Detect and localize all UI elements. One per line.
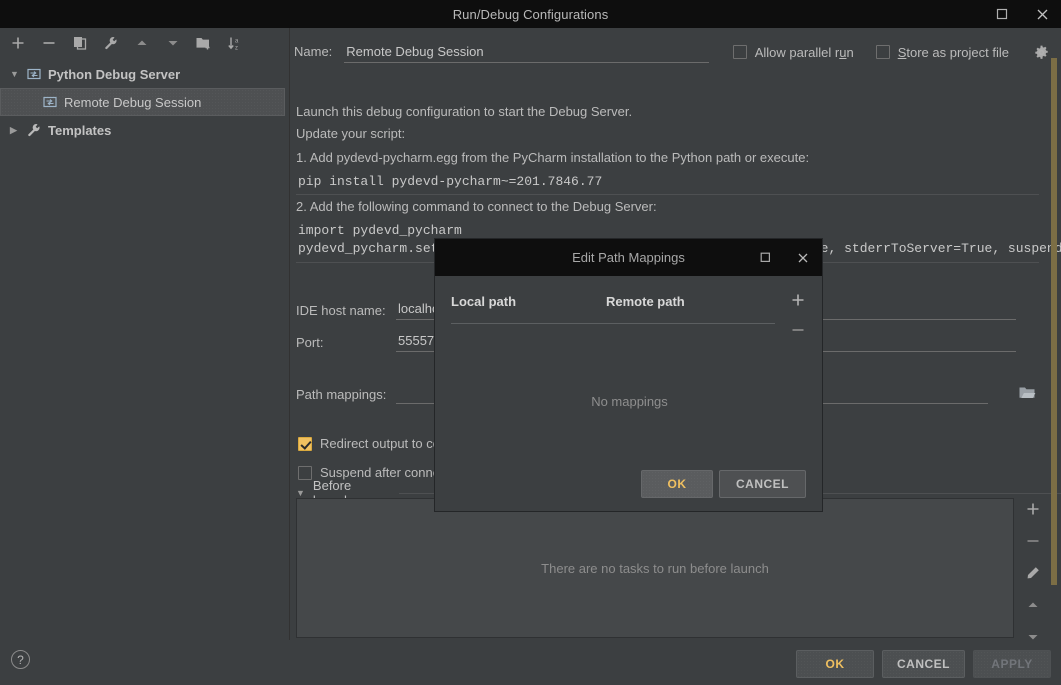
tree-item-label: Templates bbox=[48, 122, 112, 138]
tree-item-templates[interactable]: ▶ Templates bbox=[0, 116, 290, 144]
modal-ok-button[interactable]: OK bbox=[641, 470, 713, 498]
config-options: Allow parallel run Store as project file bbox=[732, 42, 1051, 62]
debug-server-icon bbox=[27, 67, 45, 81]
svg-text:z: z bbox=[235, 45, 238, 51]
store-as-project-file-checkbox[interactable]: Store as project file bbox=[875, 44, 1009, 60]
edit-task-icon[interactable] bbox=[1023, 564, 1043, 582]
name-label: Name: bbox=[294, 44, 333, 59]
name-input[interactable] bbox=[344, 43, 710, 63]
svg-text:a: a bbox=[235, 38, 239, 44]
checkbox-box[interactable] bbox=[298, 436, 312, 451]
allow-parallel-run-checkbox[interactable]: Allow parallel run bbox=[732, 44, 854, 60]
before-launch-toolbar bbox=[1019, 500, 1047, 646]
apply-button[interactable]: APPLY bbox=[973, 650, 1051, 678]
step-2-text: 2. Add the following command to connect … bbox=[296, 199, 657, 214]
cancel-button[interactable]: CANCEL bbox=[882, 650, 965, 678]
move-task-up-icon[interactable] bbox=[1023, 596, 1043, 614]
checkbox-box[interactable] bbox=[875, 45, 890, 59]
step-1-text: 1. Add pydevd-pycharm.egg from the PyCha… bbox=[296, 150, 810, 165]
modal-body: Local path Remote path No mappings OK CA… bbox=[435, 276, 822, 512]
wrench-icon bbox=[27, 123, 45, 137]
code-snippet-2-line-1[interactable]: import pydevd_pycharm bbox=[298, 223, 462, 238]
close-icon[interactable] bbox=[794, 249, 812, 267]
before-launch-empty-text: There are no tasks to run before launch bbox=[541, 560, 769, 576]
modal-titlebar: Edit Path Mappings bbox=[435, 239, 822, 276]
help-button[interactable]: ? bbox=[11, 650, 30, 669]
window-title: Run/Debug Configurations bbox=[452, 6, 609, 22]
tree-item-label: Python Debug Server bbox=[48, 66, 181, 82]
move-up-icon[interactable] bbox=[132, 33, 152, 53]
intro-line-1: Launch this debug configuration to start… bbox=[296, 104, 633, 119]
store-as-project-file-label: Store as project file bbox=[897, 44, 1009, 60]
column-header-remote-path: Remote path bbox=[606, 294, 685, 309]
name-row: Name: bbox=[294, 43, 710, 63]
expand-arrow-icon[interactable]: ▼ bbox=[10, 69, 24, 79]
port-label: Port: bbox=[296, 334, 324, 350]
ok-button[interactable]: OK bbox=[796, 650, 874, 678]
intro-line-2: Update your script: bbox=[296, 126, 406, 141]
close-icon[interactable] bbox=[1033, 5, 1051, 23]
checkbox-box[interactable] bbox=[732, 45, 747, 59]
edit-path-mappings-dialog: Edit Path Mappings Local path Remote pat… bbox=[434, 238, 823, 512]
dialog-footer: ? OK CANCEL APPLY bbox=[0, 640, 1061, 685]
window-titlebar: Run/Debug Configurations bbox=[0, 0, 1061, 28]
mappings-toolbar bbox=[786, 290, 810, 340]
gear-icon[interactable] bbox=[1031, 42, 1051, 62]
new-folder-icon[interactable] bbox=[194, 33, 214, 53]
vertical-scrollbar-lower[interactable] bbox=[1051, 500, 1057, 585]
before-launch-task-list[interactable]: There are no tasks to run before launch bbox=[296, 498, 1014, 638]
wrench-icon[interactable] bbox=[101, 33, 121, 53]
allow-parallel-run-label: Allow parallel run bbox=[754, 44, 854, 60]
divider bbox=[296, 194, 1039, 195]
path-mappings-label: Path mappings: bbox=[296, 386, 387, 402]
collapse-arrow-icon[interactable]: ▶ bbox=[10, 125, 24, 136]
no-mappings-text: No mappings bbox=[591, 394, 668, 409]
window-controls bbox=[993, 0, 1051, 28]
add-mapping-icon[interactable] bbox=[788, 290, 808, 310]
configurations-tree: ▼ Python Debug Server Remote Debug Sessi… bbox=[0, 60, 290, 144]
copy-icon[interactable] bbox=[70, 33, 90, 53]
mappings-table-header: Local path Remote path bbox=[451, 294, 775, 309]
tree-item-remote-debug-session[interactable]: Remote Debug Session bbox=[0, 88, 285, 116]
code-snippet-1[interactable]: pip install pydevd-pycharm~=201.7846.77 bbox=[298, 174, 602, 189]
add-task-icon[interactable] bbox=[1023, 500, 1043, 518]
debug-server-icon bbox=[43, 95, 61, 109]
before-launch-expand-arrow-icon[interactable]: ▼ bbox=[296, 488, 305, 498]
run-debug-configurations-window: Run/Debug Configurations a z ▼ Python De… bbox=[0, 0, 1061, 685]
configurations-toolbar: a z bbox=[0, 28, 290, 58]
maximize-icon[interactable] bbox=[756, 249, 774, 267]
footer-buttons: OK CANCEL APPLY bbox=[796, 650, 1051, 678]
modal-title-text: Edit Path Mappings bbox=[572, 250, 685, 265]
tree-item-python-debug-server[interactable]: ▼ Python Debug Server bbox=[0, 60, 290, 88]
configurations-left-pane: a z ▼ Python Debug Server Remote Debug S… bbox=[0, 28, 290, 640]
maximize-icon[interactable] bbox=[993, 5, 1011, 23]
sort-alphabetically-icon[interactable]: a z bbox=[225, 33, 245, 53]
ide-host-name-label: IDE host name: bbox=[296, 302, 386, 318]
remove-icon[interactable] bbox=[39, 33, 59, 53]
modal-window-controls bbox=[756, 239, 812, 276]
remove-task-icon[interactable] bbox=[1023, 532, 1043, 550]
move-down-icon[interactable] bbox=[163, 33, 183, 53]
tree-item-label: Remote Debug Session bbox=[64, 94, 202, 110]
modal-cancel-button[interactable]: CANCEL bbox=[719, 470, 806, 498]
modal-footer-buttons: OK CANCEL bbox=[641, 470, 806, 498]
remove-mapping-icon[interactable] bbox=[788, 320, 808, 340]
divider bbox=[451, 323, 775, 324]
folder-browse-icon[interactable] bbox=[1017, 383, 1037, 403]
add-icon[interactable] bbox=[8, 33, 28, 53]
column-header-local-path: Local path bbox=[451, 294, 517, 309]
